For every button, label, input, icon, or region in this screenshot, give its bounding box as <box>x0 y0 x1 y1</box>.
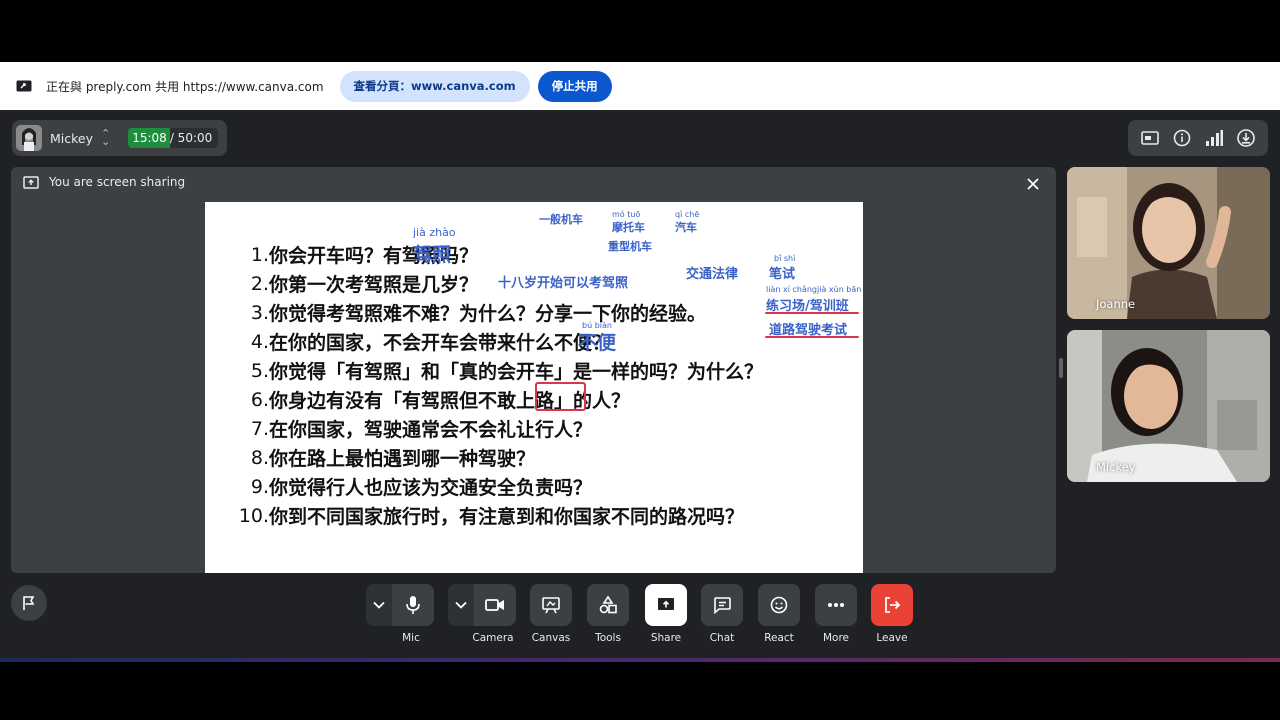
question-item: 8. 你在路上最怕遇到哪一种驾驶？ <box>250 446 536 471</box>
sharing-banner: You are screen sharing <box>23 175 185 189</box>
meeting-app: Mickey ⌃ ⌄ 15:08 / 50:00 You are screen … <box>0 110 1280 662</box>
canvas-button[interactable] <box>530 584 572 626</box>
camera-button[interactable] <box>474 584 516 626</box>
scroll-handle[interactable] <box>1059 358 1063 378</box>
canvas-control: Canvas <box>530 584 572 644</box>
canvas-icon <box>542 597 560 614</box>
pinyin-jiaxun: jià xùn bān <box>817 285 862 294</box>
canvas-label: Canvas <box>531 632 571 644</box>
shared-slide: 1. 你会开车吗？有驾照吗？ 2. 你第一次考驾照是几岁？ 3. 你觉得考驾照难不难？… <box>205 202 863 573</box>
mic-control: Mic <box>366 584 434 644</box>
question-item: 1. 你会开车吗？有驾照吗？ <box>250 243 479 268</box>
user-name: Mickey <box>50 130 94 146</box>
question-item: 6. 你身边有没有「有驾照但不敢上路」的人？ <box>250 388 631 413</box>
close-icon[interactable] <box>1024 175 1042 193</box>
tools-label: Tools <box>595 632 621 644</box>
timer-elapsed: 15:08 <box>128 128 170 148</box>
participant-tile-joanne[interactable]: Joanne <box>1067 167 1270 319</box>
note-bishi: 笔试 <box>769 267 796 282</box>
camera-label: Camera <box>472 632 514 644</box>
pinyin-qiche: qì chē <box>675 210 700 219</box>
leave-label: Leave <box>876 632 908 644</box>
note-jiaotong: 交通法律 <box>686 267 739 282</box>
record-download-icon[interactable] <box>1235 127 1257 149</box>
mic-button[interactable] <box>392 584 434 626</box>
note-jiazhao: 驾照 <box>413 244 452 266</box>
react-label: React <box>764 632 794 644</box>
report-flag-button[interactable] <box>11 585 47 621</box>
note-zhongxing: 重型机车 <box>608 240 652 253</box>
red-highlight-box <box>535 382 586 411</box>
share-label: Share <box>650 632 682 644</box>
leave-button[interactable] <box>871 584 913 626</box>
pinyin-motuo: mó tuō <box>612 210 641 219</box>
pinyin-jiazhao: jià zhào <box>413 226 456 239</box>
question-item: 9. 你觉得行人也应该为交通安全负责吗？ <box>250 475 593 500</box>
camera-control: Camera <box>448 584 516 644</box>
react-control: React <box>758 584 800 644</box>
question-item: 7. 在你国家，驾驶通常会不会礼让行人？ <box>250 417 593 442</box>
question-item: 3. 你觉得考驾照难不难？为什么？分享一下你的经验。 <box>250 301 707 326</box>
pinyin-lianxi: liàn xí chǎng <box>766 285 817 294</box>
camera-options-chevron-icon[interactable] <box>448 584 474 626</box>
note-age: 十八岁开始可以考驾照 <box>498 276 629 291</box>
chat-label: Chat <box>709 632 735 644</box>
session-timer: 15:08 / 50:00 <box>128 128 219 148</box>
chat-button[interactable] <box>701 584 743 626</box>
exit-icon <box>885 597 901 613</box>
stop-sharing-button[interactable]: 停止共用 <box>537 70 612 102</box>
share-control: Share <box>645 584 687 644</box>
question-item: 10. 你到不同国家旅行时，有注意到和你国家不同的路况吗？ <box>238 504 745 529</box>
sharing-status-text: 正在與 preply.com 共用 https://www.canva.com <box>46 79 324 94</box>
tools-control: Tools <box>587 584 629 644</box>
chat-control: Chat <box>701 584 743 644</box>
leave-control: Leave <box>871 584 913 644</box>
screen-share-icon <box>16 80 32 92</box>
pinyin-bishi: bǐ shì <box>774 254 796 263</box>
sharing-banner-text: You are screen sharing <box>49 175 186 189</box>
present-screen-icon <box>23 175 39 189</box>
note-yiban: 一般机车 <box>539 213 583 226</box>
user-chip[interactable]: Mickey ⌃ ⌄ 15:08 / 50:00 <box>12 120 227 156</box>
timer-total: / 50:00 <box>169 131 213 145</box>
picture-in-picture-icon[interactable] <box>1139 127 1161 149</box>
chat-bubble-icon <box>714 597 731 614</box>
react-button[interactable] <box>758 584 800 626</box>
red-underline <box>765 336 859 338</box>
microphone-icon <box>406 596 420 614</box>
screen-share-stage: You are screen sharing 1. 你会开车吗？有驾照吗？ 2. 你… <box>11 167 1056 573</box>
screen-frame: 正在與 preply.com 共用 https://www.canva.com … <box>0 0 1280 720</box>
flag-icon <box>23 596 35 610</box>
question-item: 5. 你觉得「有驾照」和「真的会开车」是一样的吗？为什么？ <box>250 359 764 384</box>
more-label: More <box>822 632 850 644</box>
top-right-toolbar <box>1128 120 1268 156</box>
red-underline <box>765 312 859 314</box>
more-button[interactable] <box>815 584 857 626</box>
tools-button[interactable] <box>587 584 629 626</box>
smiley-icon <box>770 596 788 614</box>
more-dots-icon <box>828 603 844 607</box>
question-item: 4. 在你的国家，不会开车会带来什么不便？ <box>250 330 612 355</box>
note-bubian: 不便 <box>578 332 617 354</box>
view-tab-button[interactable]: 查看分頁：www.canva.com <box>339 70 530 102</box>
mic-options-chevron-icon[interactable] <box>366 584 392 626</box>
shapes-icon <box>599 595 617 614</box>
participant-name: Joanne <box>1096 297 1136 311</box>
mic-label: Mic <box>402 632 420 644</box>
present-screen-icon <box>658 598 674 610</box>
avatar <box>16 125 42 151</box>
participant-tile-mickey[interactable]: Mickey <box>1067 330 1270 482</box>
tab-sharing-bar: 正在與 preply.com 共用 https://www.canva.com … <box>0 62 1280 110</box>
chevron-updown-icon[interactable]: ⌃ ⌄ <box>101 128 110 147</box>
signal-bars-icon[interactable] <box>1203 127 1225 149</box>
share-button[interactable] <box>645 584 687 626</box>
participant-name: Mickey <box>1096 460 1136 474</box>
more-control: More <box>815 584 857 644</box>
note-motuo: 摩托车 <box>612 221 645 234</box>
video-camera-icon <box>485 599 504 611</box>
note-qiche: 汽车 <box>675 221 697 234</box>
info-icon[interactable] <box>1171 127 1193 149</box>
